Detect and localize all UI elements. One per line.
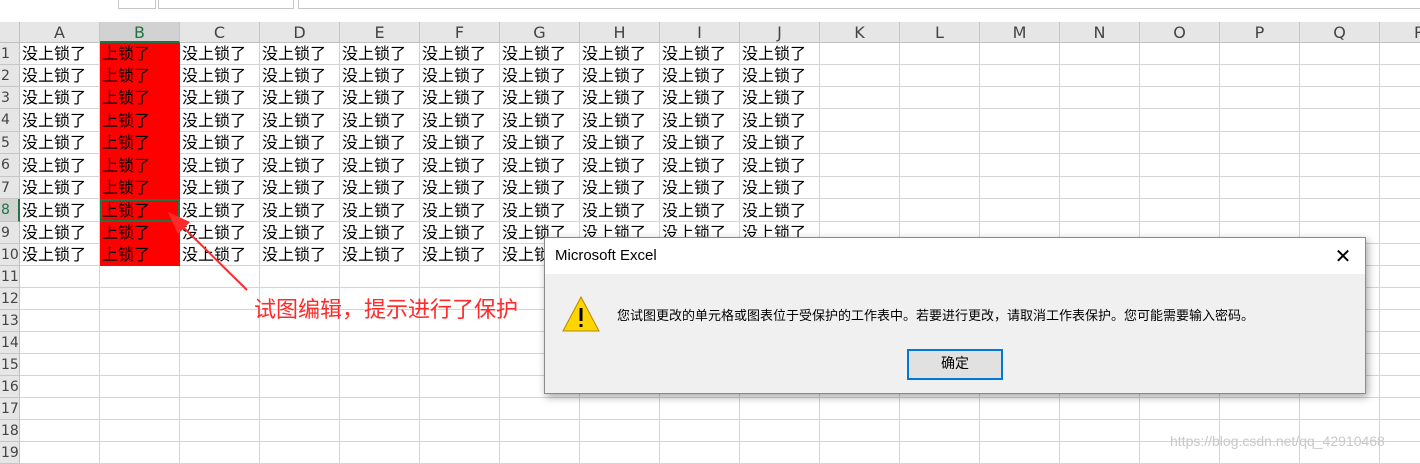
warning-icon xyxy=(562,295,600,332)
watermark: https://blog.csdn.net/qq_42910468 xyxy=(1170,433,1385,449)
dialog-title: Microsoft Excel xyxy=(555,247,657,264)
annotation-text: 试图编辑，提示进行了保护 xyxy=(254,298,519,323)
protected-sheet-dialog: Microsoft Excel ✕ 您试图更改的单元格或图表位于受保护的工作表中… xyxy=(544,237,1366,394)
ok-button[interactable]: 确定 xyxy=(907,349,1003,380)
dialog-titlebar: Microsoft Excel ✕ xyxy=(545,238,1365,274)
dialog-message: 您试图更改的单元格或图表位于受保护的工作表中。若要进行更改，请取消工作表保护。您… xyxy=(617,309,1255,324)
close-icon[interactable]: ✕ xyxy=(1321,238,1365,274)
